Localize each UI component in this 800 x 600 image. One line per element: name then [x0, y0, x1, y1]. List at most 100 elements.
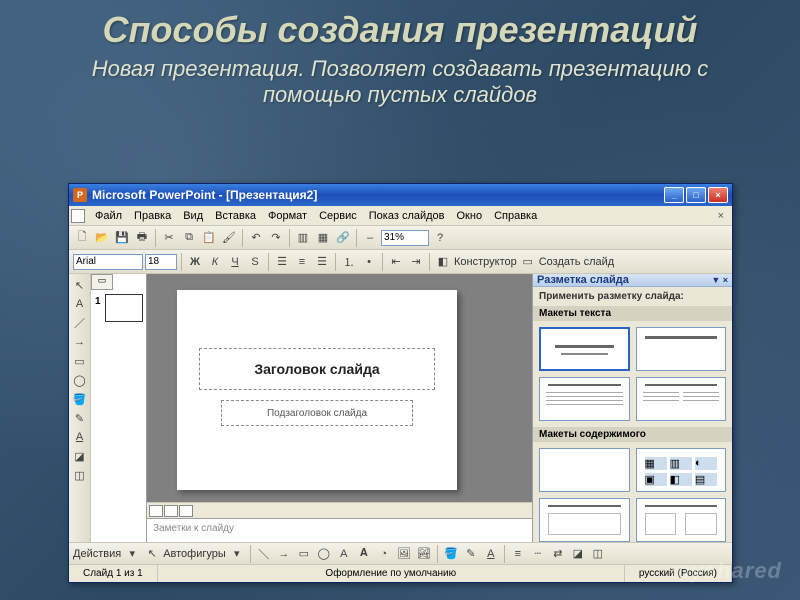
menu-tools[interactable]: Сервис	[313, 208, 363, 224]
tool-line-icon[interactable]: ／	[71, 314, 89, 332]
font-combo[interactable]: Arial	[73, 254, 143, 270]
chart-icon[interactable]: ▥	[294, 229, 312, 247]
designer-icon[interactable]: ◧	[434, 253, 452, 271]
outline-tab-icon[interactable]: ▭	[91, 274, 113, 290]
actions-menu[interactable]: Действия	[73, 548, 121, 560]
menu-slideshow[interactable]: Показ слайдов	[363, 208, 451, 224]
align-left-icon[interactable]: ☰	[273, 253, 291, 271]
layout-title-text[interactable]	[539, 377, 630, 421]
tool-fill-icon[interactable]: 🪣	[71, 390, 89, 408]
menu-insert[interactable]: Вставка	[209, 208, 262, 224]
picture-icon[interactable]: 🏞	[415, 545, 433, 563]
layout-two-column[interactable]	[636, 377, 727, 421]
close-button[interactable]: ×	[708, 187, 728, 203]
dropdown-icon[interactable]: ▾	[123, 545, 141, 563]
slideshow-view-icon[interactable]	[179, 505, 193, 517]
tool-text-icon[interactable]: A	[71, 295, 89, 313]
slide-canvas[interactable]: Заголовок слайда Подзаголовок слайда	[147, 274, 532, 502]
tool-pointer-icon[interactable]: ↖	[71, 276, 89, 294]
doc-close-button[interactable]: ×	[712, 210, 730, 222]
clipart-icon[interactable]: 🖼	[395, 545, 413, 563]
rectangle-icon[interactable]: ▭	[295, 545, 313, 563]
shadow-style-icon[interactable]: ◪	[569, 545, 587, 563]
tool-arrow-icon[interactable]: →	[71, 333, 89, 351]
zoom-combo[interactable]: 31%	[381, 230, 429, 246]
bold-button[interactable]: Ж	[186, 253, 204, 271]
notes-pane[interactable]: Заметки к слайду	[147, 518, 532, 542]
paste-icon[interactable]: 📋	[200, 229, 218, 247]
tool-rect-icon[interactable]: ▭	[71, 352, 89, 370]
copy-icon[interactable]: ⧉	[180, 229, 198, 247]
subtitle-placeholder[interactable]: Подзаголовок слайда	[221, 400, 413, 426]
oval-icon[interactable]: ◯	[315, 545, 333, 563]
align-right-icon[interactable]: ☰	[313, 253, 331, 271]
font-color-icon[interactable]: A	[482, 545, 500, 563]
layout-title-slide[interactable]	[539, 327, 630, 371]
title-placeholder[interactable]: Заголовок слайда	[199, 348, 435, 390]
arrow-style-icon[interactable]: ⇄	[549, 545, 567, 563]
bullets-icon[interactable]: •	[360, 253, 378, 271]
tool-3d-icon[interactable]: ◫	[71, 466, 89, 484]
open-icon[interactable]: 📂	[93, 229, 111, 247]
decrease-indent-icon[interactable]: ⇤	[387, 253, 405, 271]
hyperlink-icon[interactable]: 🔗	[334, 229, 352, 247]
outline-pane[interactable]: ▭ 1	[91, 274, 147, 542]
layout-blank[interactable]	[539, 448, 630, 492]
title-bar[interactable]: P Microsoft PowerPoint - [Презентация2] …	[69, 184, 732, 206]
format-painter-icon[interactable]: 🖌	[220, 229, 238, 247]
tool-shadow-icon[interactable]: ◪	[71, 447, 89, 465]
menu-help[interactable]: Справка	[488, 208, 543, 224]
menu-edit[interactable]: Правка	[128, 208, 177, 224]
layout-content[interactable]: ▦▥◐ ▣◧▤	[636, 448, 727, 492]
print-icon[interactable]: 🖶	[133, 229, 151, 247]
redo-icon[interactable]: ↷	[267, 229, 285, 247]
arrow-icon[interactable]: →	[275, 545, 293, 563]
normal-view-icon[interactable]	[149, 505, 163, 517]
slide-edit-surface[interactable]: Заголовок слайда Подзаголовок слайда	[177, 290, 457, 490]
autoshapes-menu[interactable]: Автофигуры	[163, 548, 226, 560]
increase-indent-icon[interactable]: ⇥	[407, 253, 425, 271]
line-color-icon[interactable]: ✎	[462, 545, 480, 563]
help-icon[interactable]: ?	[431, 229, 449, 247]
new-slide-icon[interactable]: ▭	[519, 253, 537, 271]
layout-two-content[interactable]	[636, 498, 727, 542]
layout-title-content[interactable]	[539, 498, 630, 542]
italic-button[interactable]: К	[206, 253, 224, 271]
tool-fontcolor-icon[interactable]: A	[71, 428, 89, 446]
taskpane-dropdown-icon[interactable]: ▼ ×	[711, 275, 728, 285]
select-icon[interactable]: ↖	[143, 545, 161, 563]
designer-button[interactable]: Конструктор	[454, 256, 517, 268]
autoshapes-dropdown-icon[interactable]: ▾	[228, 545, 246, 563]
cut-icon[interactable]: ✂	[160, 229, 178, 247]
menu-format[interactable]: Формат	[262, 208, 313, 224]
menu-window[interactable]: Окно	[451, 208, 489, 224]
line-style-icon[interactable]: ≡	[509, 545, 527, 563]
shadow-button[interactable]: S	[246, 253, 264, 271]
undo-icon[interactable]: ↶	[247, 229, 265, 247]
sorter-view-icon[interactable]	[164, 505, 178, 517]
minimize-button[interactable]: _	[664, 187, 684, 203]
dash-style-icon[interactable]: ┄	[529, 545, 547, 563]
tool-linecolor-icon[interactable]: ✎	[71, 409, 89, 427]
menu-view[interactable]: Вид	[177, 208, 209, 224]
new-slide-button[interactable]: Создать слайд	[539, 256, 614, 268]
maximize-button[interactable]: □	[686, 187, 706, 203]
table-icon[interactable]: ▦	[314, 229, 332, 247]
wordart-icon[interactable]: 𝐀	[355, 545, 373, 563]
align-center-icon[interactable]: ≡	[293, 253, 311, 271]
3d-style-icon[interactable]: ◫	[589, 545, 607, 563]
document-icon[interactable]	[71, 209, 85, 223]
numbering-icon[interactable]: ⒈	[340, 253, 358, 271]
fill-color-icon[interactable]: 🪣	[442, 545, 460, 563]
taskpane-header[interactable]: Разметка слайда ▼ ×	[533, 274, 732, 287]
save-icon[interactable]: 💾	[113, 229, 131, 247]
slide-thumbnail[interactable]	[105, 294, 143, 322]
textbox-icon[interactable]: A	[335, 545, 353, 563]
menu-file[interactable]: Файл	[89, 208, 128, 224]
layout-title-only[interactable]	[636, 327, 727, 371]
zoom-out-icon[interactable]: –	[361, 229, 379, 247]
underline-button[interactable]: Ч	[226, 253, 244, 271]
font-size-combo[interactable]: 18	[145, 254, 177, 270]
new-icon[interactable]: 🗋	[73, 229, 91, 247]
line-icon[interactable]: ＼	[255, 545, 273, 563]
